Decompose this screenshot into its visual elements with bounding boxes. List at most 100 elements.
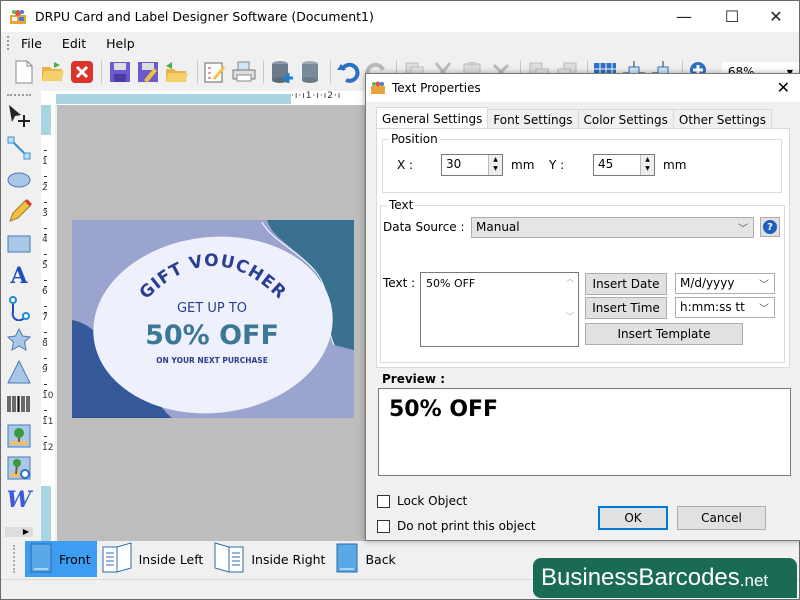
close-button[interactable]: ✕ xyxy=(753,1,799,32)
text-icon[interactable]: A xyxy=(1,260,37,292)
ruler-label: 1 xyxy=(42,157,48,167)
ok-button[interactable]: OK xyxy=(598,506,668,530)
drawing-tools-panel: A W ▶ xyxy=(1,91,37,541)
star-icon[interactable] xyxy=(1,324,37,356)
select-move-icon[interactable] xyxy=(1,100,37,132)
save-icon[interactable] xyxy=(106,58,133,86)
page-tab-inside-left[interactable]: Inside Left xyxy=(97,541,210,577)
ruler-tick xyxy=(44,442,47,443)
ruler-label: 11 xyxy=(42,417,54,427)
tab-other-settings[interactable]: Other Settings xyxy=(672,109,772,129)
ruler-tick xyxy=(44,410,47,411)
help-icon: ? xyxy=(763,220,777,234)
gift-voucher-card[interactable]: GIFT VOUCHER GET UP TO 50% OFF ON YOUR N… xyxy=(72,220,354,418)
chevron-down-icon: ﹀ xyxy=(759,304,769,315)
data-source-label: Data Source : xyxy=(383,220,465,234)
app-logo-icon xyxy=(9,9,27,25)
ellipse-icon[interactable] xyxy=(1,164,37,196)
date-format-select[interactable]: M/d/yyyy ﹀ xyxy=(675,273,775,294)
spinner-arrows-icon[interactable]: ▲ ▼ xyxy=(640,155,654,175)
text-input[interactable]: 50% OFF ︿ ﹀ xyxy=(420,272,579,347)
chevron-down-icon: ﹀ xyxy=(738,224,748,235)
y-position-input[interactable]: 45 ▲ ▼ xyxy=(593,154,655,176)
time-format-select[interactable]: h:mm:ss tt ﹀ xyxy=(675,297,775,318)
cancel-button[interactable]: Cancel xyxy=(677,506,766,530)
close-red-icon[interactable] xyxy=(69,58,96,86)
insert-time-button[interactable]: Insert Time xyxy=(585,297,667,319)
text-input-value: 50% OFF xyxy=(426,277,476,290)
ruler-highlight xyxy=(56,94,291,104)
menu-bar: File Edit Help xyxy=(1,32,799,54)
image-icon[interactable] xyxy=(1,420,37,452)
maximize-button[interactable]: ☐ xyxy=(709,1,755,32)
textarea-scrollbar[interactable]: ︿ ﹀ xyxy=(562,273,578,346)
horizontal-ruler: ·ı·ı1·ı·ı2·ı xyxy=(41,91,366,105)
new-file-icon[interactable] xyxy=(11,58,38,86)
export-folder-icon[interactable] xyxy=(164,58,191,86)
page-tab-inside-right[interactable]: Inside Right xyxy=(209,541,331,577)
watermark-suffix: .net xyxy=(739,571,769,590)
ruler-label: 6 xyxy=(42,287,48,297)
position-group-label: Position xyxy=(389,132,440,146)
preview-label: Preview : xyxy=(382,372,445,386)
checkbox-box[interactable] xyxy=(377,494,390,508)
checkbox-box[interactable] xyxy=(377,519,390,533)
help-button[interactable]: ? xyxy=(760,217,780,237)
pages-grip xyxy=(13,545,17,573)
x-position-input[interactable]: 30 ▲ ▼ xyxy=(441,154,503,176)
card-discount-text[interactable]: 50% OFF xyxy=(145,320,279,351)
spinner-arrows-icon[interactable]: ▲ ▼ xyxy=(488,155,502,175)
insert-template-button[interactable]: Insert Template xyxy=(585,323,743,345)
tab-font-settings[interactable]: Font Settings xyxy=(487,109,579,129)
minimize-button[interactable]: — xyxy=(661,1,707,32)
barcode-icon[interactable] xyxy=(1,388,37,420)
save-as-icon[interactable] xyxy=(135,58,162,86)
data-source-select[interactable]: Manual ﹀ xyxy=(471,217,754,238)
rectangle-icon[interactable] xyxy=(1,228,37,260)
do-not-print-checkbox[interactable]: Do not print this object xyxy=(377,519,536,533)
toolbar-separator xyxy=(101,60,103,84)
app-window: DRPU Card and Label Designer Software (D… xyxy=(0,0,800,600)
ruler-tick xyxy=(44,358,47,359)
edit-checklist-icon[interactable] xyxy=(202,58,229,86)
menu-help[interactable]: Help xyxy=(96,36,145,51)
database-icon[interactable] xyxy=(297,58,324,86)
title-bar: DRPU Card and Label Designer Software (D… xyxy=(1,1,799,32)
arc-icon[interactable] xyxy=(1,292,37,324)
word-art-icon[interactable]: W xyxy=(1,484,37,516)
more-tools-button[interactable]: ▶ xyxy=(5,527,33,537)
ruler-label: 10 xyxy=(42,391,54,401)
ruler-tick xyxy=(44,384,47,385)
ruler-tick xyxy=(44,416,47,417)
book-open-left-icon xyxy=(101,541,133,577)
open-folder-icon[interactable] xyxy=(40,58,67,86)
insert-date-button[interactable]: Insert Date xyxy=(585,273,667,295)
vertical-ruler: 1 2 3 4 5 6 7 8 9 10 11 12 xyxy=(41,105,55,541)
ruler-tick xyxy=(44,234,47,235)
ruler-label: 5 xyxy=(42,261,48,271)
tab-color-settings[interactable]: Color Settings xyxy=(577,109,674,129)
menu-file[interactable]: File xyxy=(11,36,52,51)
ruler-label: 8 xyxy=(42,339,48,349)
page-tab-label: Inside Right xyxy=(251,551,326,567)
text-group-label: Text xyxy=(387,198,416,212)
line-icon[interactable] xyxy=(1,132,37,164)
printer-icon[interactable] xyxy=(230,58,257,86)
watermark-text: BusinessBarcodes xyxy=(541,564,740,591)
date-format-value: M/d/yyyy xyxy=(680,276,735,290)
undo-icon[interactable] xyxy=(335,58,362,86)
page-tab-back[interactable]: Back xyxy=(331,541,401,577)
dialog-close-icon[interactable]: ✕ xyxy=(777,78,790,97)
page-tab-label: Front xyxy=(59,551,91,567)
database-add-icon[interactable] xyxy=(268,58,295,86)
lock-object-checkbox[interactable]: Lock Object xyxy=(377,494,467,508)
card-subtitle-text: GET UP TO xyxy=(177,301,247,316)
image-library-icon[interactable] xyxy=(1,452,37,484)
tab-general-settings[interactable]: General Settings xyxy=(376,107,489,129)
menu-edit[interactable]: Edit xyxy=(52,36,96,51)
y-position-value: 45 xyxy=(598,157,614,171)
pencil-icon[interactable] xyxy=(1,196,37,228)
triangle-icon[interactable] xyxy=(1,356,37,388)
time-format-value: h:mm:ss tt xyxy=(680,300,745,314)
page-tab-front[interactable]: Front xyxy=(25,541,97,577)
